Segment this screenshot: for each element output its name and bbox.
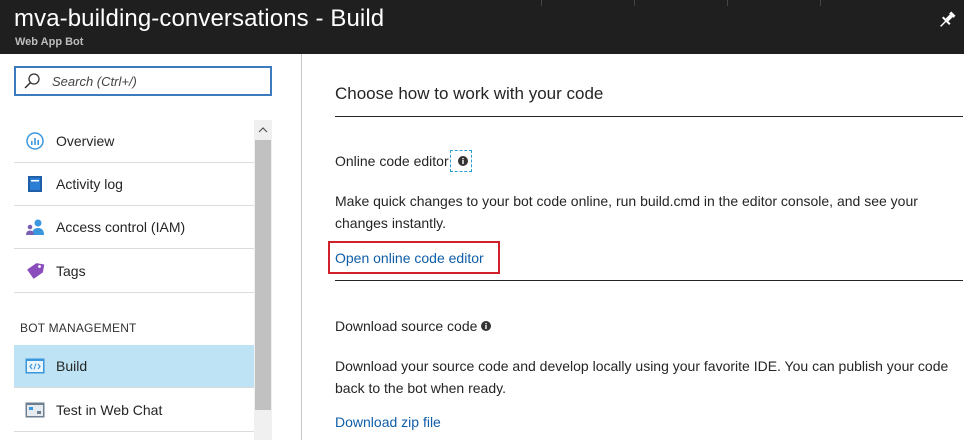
- overview-icon: [25, 131, 45, 151]
- search-input[interactable]: [52, 70, 262, 92]
- sidebar-item-access-control[interactable]: Access control (IAM): [14, 206, 254, 249]
- online-editor-description: Make quick changes to your bot code onli…: [335, 193, 918, 231]
- section-divider: [335, 280, 963, 281]
- sidebar-item-label: Build: [56, 358, 88, 374]
- blade-header: mva-building-conversations - Build Web A…: [0, 0, 964, 54]
- info-icon[interactable]: [481, 321, 492, 331]
- download-zip-file-link[interactable]: Download zip file: [335, 414, 441, 430]
- search-icon: [23, 72, 41, 90]
- sidebar-item-label: Activity log: [56, 176, 123, 192]
- sidebar-item-overview[interactable]: Overview: [14, 120, 254, 163]
- download-source-title: Download source code: [335, 318, 492, 334]
- search-box[interactable]: [14, 66, 272, 96]
- online-editor-title: Online code editor: [335, 150, 472, 172]
- header-divider: [541, 0, 542, 6]
- page-heading: Choose how to work with your code: [335, 84, 604, 103]
- code-icon: [25, 356, 45, 376]
- download-source-description: Download your source code and develop lo…: [335, 358, 949, 396]
- pin-icon[interactable]: [936, 9, 958, 31]
- sidebar-item-label: Access control (IAM): [56, 219, 186, 235]
- sidebar-item-label: Tags: [56, 262, 86, 279]
- download-source-title-text: Download source code: [335, 318, 478, 334]
- online-editor-title-text: Online code editor: [335, 153, 449, 169]
- scrollbar-thumb[interactable]: [255, 140, 271, 410]
- blade-subtitle: Web App Bot: [15, 36, 84, 48]
- info-icon: [457, 156, 468, 166]
- blade-title: mva-building-conversations - Build: [14, 5, 385, 32]
- header-divider: [727, 0, 728, 6]
- header-divider: [634, 0, 635, 6]
- main-content: Choose how to work with your code Online…: [303, 54, 964, 440]
- sidebar-item-label: Test in Web Chat: [56, 402, 163, 418]
- access-control-icon: [25, 217, 45, 237]
- activity-log-icon: [25, 174, 45, 194]
- sidebar-menu: Overview Activity log Access control (IA…: [0, 54, 302, 440]
- sidebar-item-test-in-web-chat[interactable]: Test in Web Chat: [14, 389, 254, 432]
- sidebar-item-tags[interactable]: Tags: [14, 249, 254, 293]
- sidebar-item-build[interactable]: Build: [14, 345, 254, 388]
- heading-divider: [335, 116, 963, 117]
- online-editor-info-button[interactable]: [449, 150, 472, 172]
- scroll-up-button[interactable]: [254, 120, 272, 140]
- open-online-code-editor-link[interactable]: Open online code editor: [335, 250, 484, 266]
- sidebar-item-label: Overview: [56, 133, 115, 149]
- sidebar-item-activity-log[interactable]: Activity log: [14, 163, 254, 206]
- section-header-bot-management: BOT MANAGEMENT: [20, 321, 137, 335]
- web-chat-icon: [25, 400, 45, 420]
- header-divider: [820, 0, 821, 6]
- sidebar-scrollbar[interactable]: [254, 120, 272, 440]
- tag-icon: [25, 261, 45, 281]
